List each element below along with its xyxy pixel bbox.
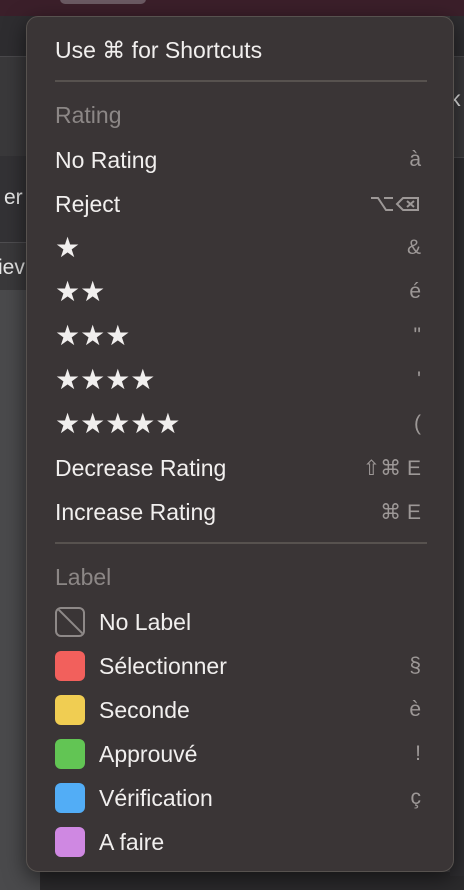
menu-separator <box>55 80 427 82</box>
menu-item-four-stars[interactable]: ★★★★ ' <box>27 358 454 402</box>
star-rating-2: ★★ <box>55 278 105 306</box>
menu-item-three-stars[interactable]: ★★★ " <box>27 314 454 358</box>
menu-item-label: Seconde <box>99 697 190 724</box>
menu-item-shortcut: & <box>407 236 421 260</box>
menu-item-shortcut: à <box>409 148 421 172</box>
menu-item-label: Increase Rating <box>55 499 216 526</box>
menu-item-shortcut: § <box>409 654 421 678</box>
menu-item-label: Sélectionner <box>99 653 227 680</box>
star-rating-3: ★★★ <box>55 322 130 350</box>
star-rating-1: ★ <box>55 234 80 262</box>
menu-item-shortcut: ⇧⌘ E <box>363 456 421 481</box>
background-text-fragment: er <box>4 186 23 210</box>
menu-item-label-verification[interactable]: Vérification ç <box>27 776 454 820</box>
menu-item-reject[interactable]: Reject <box>27 182 454 226</box>
menu-item-shortcut: ç <box>411 786 422 810</box>
title-bar <box>0 0 464 16</box>
menu-item-shortcut: ( <box>414 412 421 436</box>
menu-item-label-seconde[interactable]: Seconde è <box>27 688 454 732</box>
no-label-icon <box>55 607 85 637</box>
menu-item-label: Use ⌘ for Shortcuts <box>55 37 262 64</box>
menu-item-shortcut: é <box>409 280 421 304</box>
menu-item-increase-rating[interactable]: Increase Rating ⌘ E <box>27 490 454 534</box>
menu-item-one-star[interactable]: ★ & <box>27 226 454 270</box>
menu-item-two-stars[interactable]: ★★ é <box>27 270 454 314</box>
menu-item-label: No Rating <box>55 147 157 174</box>
menu-item-label: Decrease Rating <box>55 455 226 482</box>
section-header-rating: Rating <box>55 102 121 129</box>
menu-item-shortcut: " <box>414 324 421 348</box>
menu-item-five-stars[interactable]: ★★★★★ ( <box>27 402 454 446</box>
star-rating-5: ★★★★★ <box>55 410 181 438</box>
menu-item-label: Approuvé <box>99 741 197 768</box>
menu-item-label: Reject <box>55 191 120 218</box>
background-text-fragment: iev <box>0 256 25 280</box>
menu-item-use-cmd-shortcuts[interactable]: Use ⌘ for Shortcuts <box>27 28 454 72</box>
menu-item-no-label[interactable]: No Label <box>27 600 454 644</box>
menu-item-label-selectionner[interactable]: Sélectionner § <box>27 644 454 688</box>
context-menu: Use ⌘ for Shortcuts Rating No Rating à R… <box>26 16 454 872</box>
menu-item-label: A faire <box>99 829 164 856</box>
blue-label-swatch <box>55 783 85 813</box>
menu-item-label-approuve[interactable]: Approuvé ! <box>27 732 454 776</box>
toolbar-pill <box>60 0 146 4</box>
purple-label-swatch <box>55 827 85 857</box>
menu-item-shortcut: ' <box>417 368 421 392</box>
yellow-label-swatch <box>55 695 85 725</box>
menu-item-no-rating[interactable]: No Rating à <box>27 138 454 182</box>
star-rating-4: ★★★★ <box>55 366 155 394</box>
red-label-swatch <box>55 651 85 681</box>
menu-item-label-a-faire[interactable]: A faire <box>27 820 454 864</box>
section-header-label: Label <box>55 564 111 591</box>
option-key-icon <box>369 194 421 214</box>
menu-item-shortcut: ! <box>415 742 421 766</box>
menu-item-decrease-rating[interactable]: Decrease Rating ⇧⌘ E <box>27 446 454 490</box>
menu-item-label: No Label <box>99 609 191 636</box>
option-delete-shortcut-icon <box>369 192 421 216</box>
menu-separator <box>55 542 427 544</box>
menu-item-shortcut: è <box>409 698 421 722</box>
menu-item-label: Vérification <box>99 785 213 812</box>
green-label-swatch <box>55 739 85 769</box>
menu-item-shortcut: ⌘ E <box>380 500 421 525</box>
